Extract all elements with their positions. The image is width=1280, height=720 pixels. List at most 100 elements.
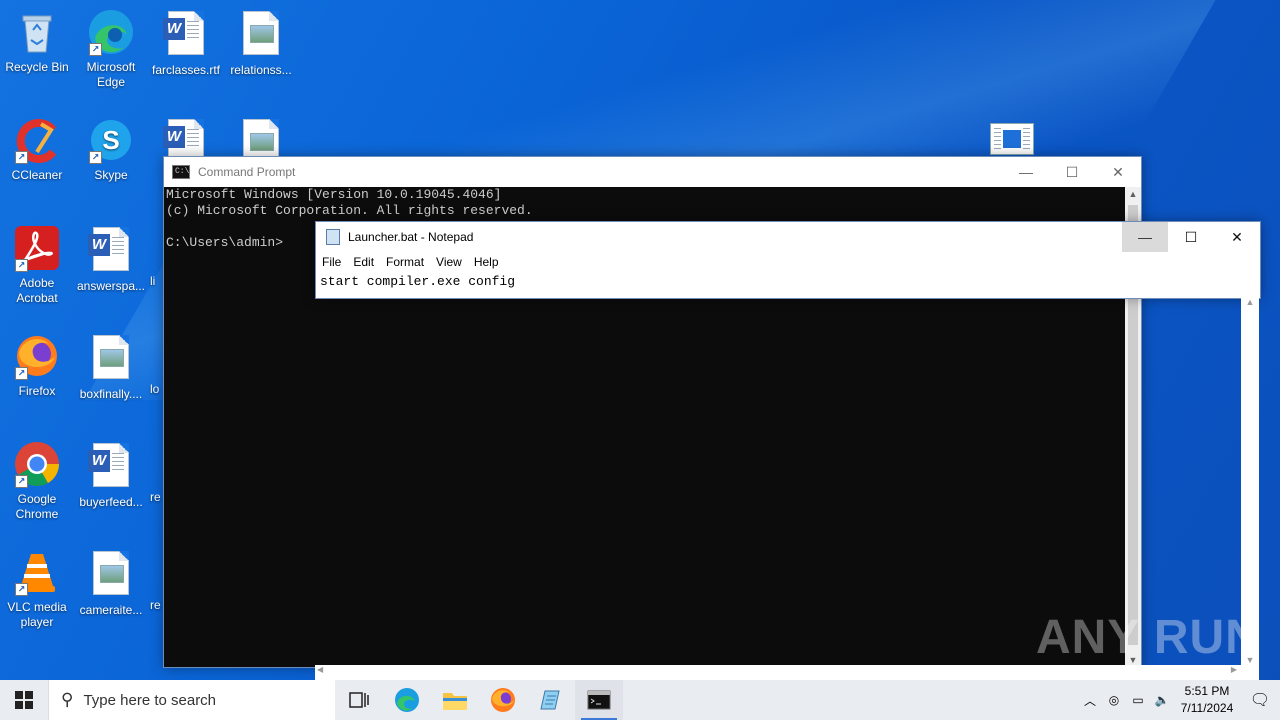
desktop-icon-label: Firefox xyxy=(18,384,56,398)
desktop-icon-label: buyerfeed... xyxy=(79,495,143,509)
desktop-icon-label: Google Chrome xyxy=(15,492,59,521)
cmd-icon xyxy=(587,690,611,710)
desktop-icon-label: farclasses.rtf xyxy=(151,63,220,77)
firefox-icon xyxy=(491,688,515,712)
cmd-title: Command Prompt xyxy=(198,165,296,179)
desktop-icon-boxfinally[interactable]: boxfinally.... xyxy=(74,332,148,402)
acrobat-icon: ↗ xyxy=(13,224,61,272)
chrome-icon: ↗ xyxy=(13,440,61,488)
taskbar-search-box[interactable]: ⚲ Type here to search xyxy=(48,680,335,720)
scroll-left-icon[interactable]: ◀ xyxy=(317,665,323,674)
window-file-icon[interactable] xyxy=(990,123,1034,155)
taskbar-command-prompt[interactable] xyxy=(575,680,623,720)
desktop-icon-label: Adobe Acrobat xyxy=(16,276,58,305)
notepad-window[interactable]: Launcher.bat - Notepad — ☐ ✕ File Edit F… xyxy=(315,221,1261,677)
notepad-frame: Launcher.bat - Notepad — ☐ ✕ File Edit F… xyxy=(315,221,1261,299)
taskbar-edge[interactable] xyxy=(383,680,431,720)
word-document-icon: W xyxy=(162,11,210,59)
scroll-up-icon[interactable]: ▲ xyxy=(1241,297,1259,307)
desktop-icon-label: cameraite... xyxy=(79,603,143,617)
shortcut-arrow-icon: ↗ xyxy=(89,151,102,164)
shortcut-arrow-icon: ↗ xyxy=(15,367,28,380)
folder-icon xyxy=(443,693,467,710)
desktop-icon-label-partial: li xyxy=(150,274,156,288)
camera-icon[interactable]: ◎ xyxy=(1102,693,1126,707)
image-file-icon xyxy=(87,335,135,383)
menu-format[interactable]: Format xyxy=(382,255,432,269)
maximize-button[interactable]: ☐ xyxy=(1168,222,1214,252)
start-button[interactable] xyxy=(0,680,48,720)
shortcut-arrow-icon: ↗ xyxy=(15,475,28,488)
desktop-icon-buyerfeed[interactable]: W buyerfeed... xyxy=(74,440,148,510)
image-file-icon xyxy=(237,11,285,59)
task-view-button[interactable] xyxy=(335,680,383,720)
desktop-icon-label: relationss... xyxy=(230,63,292,77)
desktop-icon-label: boxfinally.... xyxy=(79,387,143,401)
menu-view[interactable]: View xyxy=(432,255,470,269)
desktop-icon-label-partial: re xyxy=(150,490,161,504)
close-button[interactable]: ✕ xyxy=(1095,157,1141,187)
close-button[interactable]: ✕ xyxy=(1214,222,1260,252)
desktop-icon-label: CCleaner xyxy=(11,168,63,182)
chevron-up-icon[interactable]: ︿ xyxy=(1078,692,1102,709)
notepad-titlebar[interactable]: Launcher.bat - Notepad — ☐ ✕ xyxy=(316,222,1260,252)
image-file-icon xyxy=(87,551,135,599)
minimize-button[interactable]: — xyxy=(1122,222,1168,252)
clock[interactable]: 5:51 PM 7/11/2024 xyxy=(1174,683,1240,717)
vlc-icon: ↗ xyxy=(13,548,61,596)
desktop-icon-label: Recycle Bin xyxy=(5,60,69,74)
desktop-icon-vlc[interactable]: ↗ VLC media player xyxy=(0,548,74,630)
shortcut-arrow-icon: ↗ xyxy=(15,151,28,164)
desktop-icon-answerspa[interactable]: W answerspa... xyxy=(74,224,148,294)
notepad-horizontal-scrollbar[interactable]: ◀ ▶ xyxy=(315,665,1259,677)
desktop-icon-chrome[interactable]: ↗ Google Chrome xyxy=(0,440,74,522)
desktop-icon-firefox[interactable]: ↗ Firefox xyxy=(0,332,74,399)
cmd-titlebar[interactable]: C:\ Command Prompt — ☐ ✕ xyxy=(164,157,1141,187)
cmd-icon: C:\ xyxy=(172,165,190,179)
scroll-right-icon[interactable]: ▶ xyxy=(1231,665,1237,674)
skype-icon: S ↗ xyxy=(87,116,135,164)
edge-icon: ↗ xyxy=(87,8,135,56)
desktop-icon-adobe-acrobat[interactable]: ↗ Adobe Acrobat xyxy=(0,224,74,306)
ccleaner-icon: ↗ xyxy=(13,116,61,164)
svg-text:S: S xyxy=(102,125,119,155)
desktop-icon-farclasses[interactable]: W farclasses.rtf xyxy=(149,8,223,78)
windows-logo-icon xyxy=(15,691,33,709)
taskbar-notepad[interactable] xyxy=(527,680,575,720)
volume-icon[interactable]: 🔈 xyxy=(1150,693,1174,707)
task-view-icon xyxy=(349,692,369,708)
edge-icon xyxy=(395,688,419,712)
maximize-button[interactable]: ☐ xyxy=(1049,157,1095,187)
notification-icon[interactable]: 🗨 xyxy=(1240,690,1280,710)
notepad-icon xyxy=(326,229,340,245)
desktop-icon-recycle-bin[interactable]: Recycle Bin xyxy=(0,8,74,75)
shortcut-arrow-icon: ↗ xyxy=(15,259,28,272)
desktop-icon-label: VLC media player xyxy=(7,600,67,629)
desktop-icon-label: Skype xyxy=(94,168,128,182)
menu-help[interactable]: Help xyxy=(470,255,507,269)
clock-time: 5:51 PM xyxy=(1184,684,1230,698)
desktop-icon-ccleaner[interactable]: ↗ CCleaner xyxy=(0,116,74,183)
scroll-up-icon[interactable]: ▲ xyxy=(1125,189,1141,199)
search-icon: ⚲ xyxy=(61,690,74,709)
shortcut-arrow-icon: ↗ xyxy=(89,43,102,56)
desktop-icon-label: Microsoft Edge xyxy=(86,60,136,89)
taskbar: ⚲ Type here to search ︿ ◎ ▭ 🔈 5:51 PM 7/… xyxy=(0,680,1280,720)
desktop-icon-label-partial: re xyxy=(150,598,161,612)
desktop-icon-edge[interactable]: ↗ Microsoft Edge xyxy=(74,8,148,90)
desktop-icon-label-partial: lo xyxy=(150,382,160,396)
desktop-icon-cameraite[interactable]: cameraite... xyxy=(74,548,148,618)
shortcut-arrow-icon: ↗ xyxy=(15,583,28,596)
text-editor[interactable]: start compiler.exe config xyxy=(316,272,1260,291)
minimize-button[interactable]: — xyxy=(1003,157,1049,187)
menu-file[interactable]: File xyxy=(318,255,349,269)
word-document-icon: W xyxy=(87,443,135,491)
menu-edit[interactable]: Edit xyxy=(349,255,382,269)
taskbar-firefox[interactable] xyxy=(479,680,527,720)
taskbar-file-explorer[interactable] xyxy=(431,680,479,720)
desktop-icon-skype[interactable]: S ↗ Skype xyxy=(74,116,148,183)
desktop-icon-label: answerspa... xyxy=(76,279,146,293)
network-icon[interactable]: ▭ xyxy=(1126,693,1150,707)
desktop-icon-relationss[interactable]: relationss... xyxy=(224,8,298,78)
firefox-icon: ↗ xyxy=(13,332,61,380)
